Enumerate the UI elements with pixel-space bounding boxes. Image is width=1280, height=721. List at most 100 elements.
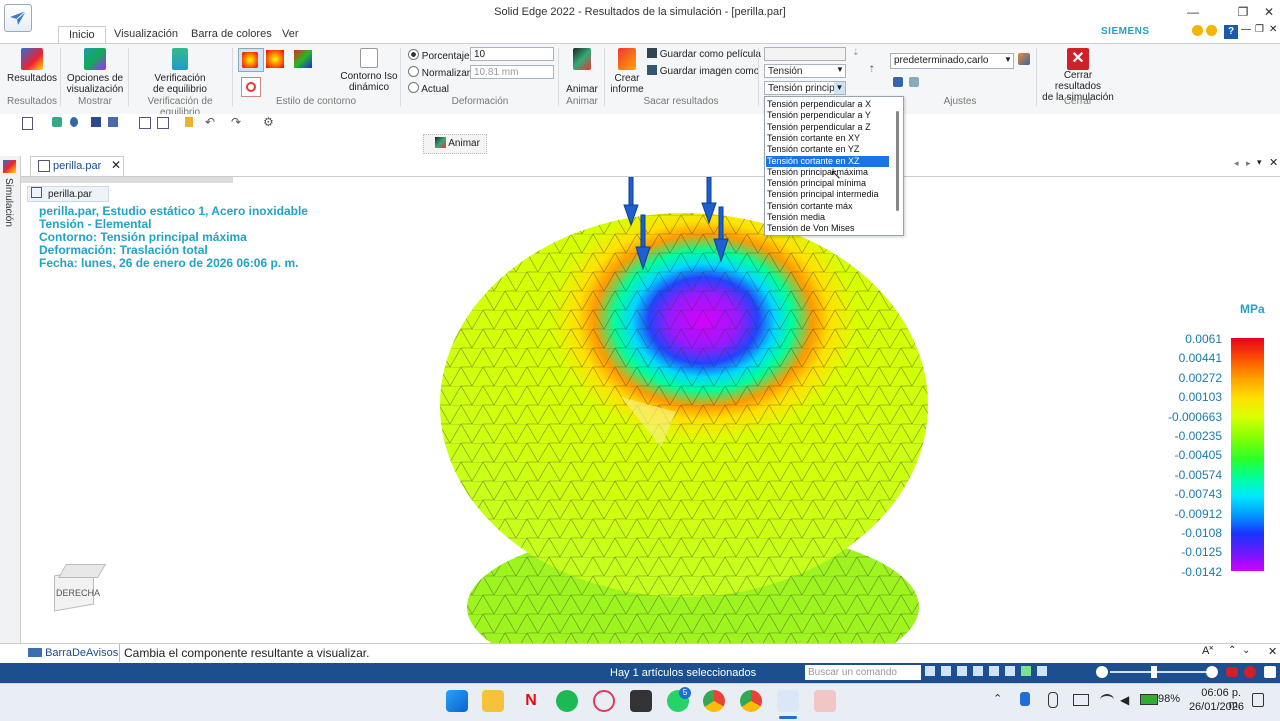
close-document-icon[interactable]: ✕	[1269, 156, 1278, 169]
tree-item[interactable]: perilla.par	[27, 186, 109, 202]
document-tab[interactable]: perilla.par ✕	[30, 156, 124, 177]
dropdown-option[interactable]: Tensión cortante en XZ	[766, 155, 889, 167]
settings-save-icon[interactable]	[893, 77, 903, 87]
snipping-tool-icon[interactable]	[814, 690, 836, 712]
dropdown-option[interactable]: Tensión cortante máx	[766, 201, 889, 212]
maximize-button[interactable]: ❐	[1232, 2, 1254, 22]
view-cube[interactable]: DERECHA	[54, 562, 107, 612]
result-category-select[interactable]: Tensión	[764, 64, 846, 78]
close-notification-icon[interactable]: ✕	[1268, 645, 1277, 658]
deform-actual-option[interactable]: Actual	[408, 82, 449, 95]
zoom-slider-thumb[interactable]	[1151, 666, 1157, 678]
tab-scroll-right-icon[interactable]: ▸	[1246, 158, 1251, 169]
settings-profile-select[interactable]: predeterminado,carlo	[890, 53, 1014, 69]
clock-date[interactable]: 26/01/2026	[1188, 701, 1244, 713]
create-report-button[interactable]: Crear informe	[608, 48, 646, 95]
dropdown-option[interactable]: Tensión principal intermedia	[766, 189, 889, 200]
close-tab-icon[interactable]: ✕	[111, 158, 121, 172]
opera-icon[interactable]	[593, 690, 615, 712]
dropdown-option[interactable]: Tensión media	[766, 212, 889, 223]
dropdown-option[interactable]: Tensión perpendicular a X	[766, 99, 889, 110]
table-icon[interactable]	[139, 117, 151, 129]
dropdown-scrollbar[interactable]	[896, 111, 899, 211]
save-icon[interactable]	[91, 117, 101, 127]
doc-close-button[interactable]: ✕	[1269, 24, 1277, 35]
fullscreen-icon[interactable]	[1264, 666, 1276, 678]
view-tools-strip[interactable]	[925, 666, 1105, 680]
contour-style-banded-button[interactable]	[266, 50, 284, 68]
redo-icon[interactable]: ↷	[231, 115, 241, 129]
microphone-icon[interactable]	[1048, 692, 1058, 708]
save-image-button[interactable]: Guardar imagen como	[647, 65, 759, 77]
pin-icon[interactable]: ⇣	[852, 47, 860, 58]
contour-style-smooth-button[interactable]	[238, 48, 264, 72]
rebuild-icon[interactable]	[70, 117, 78, 127]
collapse-icon[interactable]: ⌃	[1228, 645, 1236, 656]
doc-restore-button[interactable]: ❐	[1255, 24, 1264, 35]
notification-bell-icon[interactable]	[1252, 693, 1264, 707]
tab-inicio[interactable]: Inicio	[58, 26, 106, 43]
chevron-down-icon[interactable]: ▼	[1004, 55, 1012, 64]
dropdown-option[interactable]: Tensión principal mínima	[766, 178, 889, 189]
grid-icon[interactable]	[157, 117, 169, 129]
animate-toolbar-button[interactable]: Animar	[423, 134, 487, 154]
minecraft-icon[interactable]	[630, 690, 652, 712]
customize-icon[interactable]: ⚙	[263, 115, 274, 129]
dropdown-option[interactable]: Tensión principal máxima	[766, 167, 889, 178]
tab-ver[interactable]: Ver	[272, 26, 309, 42]
deform-percent-option[interactable]: Porcentaje	[408, 49, 470, 62]
tab-barra-de-colores[interactable]: Barra de colores	[181, 26, 282, 42]
notification-bar-toggle[interactable]: BarraDeAvisos	[28, 647, 118, 659]
dropdown-option[interactable]: Tensión de Von Mises	[766, 223, 889, 234]
contour-style-mesh-button[interactable]	[294, 50, 312, 68]
settings-manage-icon[interactable]	[1018, 53, 1030, 65]
dropdown-option[interactable]: Tensión cortante en XY	[766, 133, 889, 144]
chevron-down-icon[interactable]: ▼	[836, 65, 844, 74]
dropdown-option[interactable]: Tensión cortante en YZ	[766, 144, 889, 155]
settings-edit-icon[interactable]	[909, 77, 919, 87]
deform-normalize-input[interactable]: 10.81 mm	[470, 65, 554, 79]
close-simulation-button[interactable]: ✕ Cerrar resultados de la simulación	[1040, 48, 1116, 103]
panel-splitter[interactable]	[21, 177, 233, 183]
deform-percent-input[interactable]: 10	[470, 47, 554, 61]
expand-icon[interactable]: ⌄	[1242, 645, 1250, 656]
chrome-profile-icon[interactable]	[740, 690, 762, 712]
simulation-panel-tab[interactable]: Simulación	[0, 178, 20, 238]
keyboard-icon[interactable]	[1073, 694, 1089, 706]
simulation-panel-icon[interactable]	[3, 160, 16, 173]
record-icon[interactable]	[1226, 667, 1238, 677]
zoom-slider[interactable]	[1110, 671, 1206, 673]
undo-icon[interactable]: ↶	[205, 115, 215, 129]
zoom-out-icon[interactable]	[1096, 666, 1108, 678]
battery-icon[interactable]	[1140, 694, 1158, 705]
animate-button[interactable]: Animar	[562, 48, 602, 95]
zoom-in-icon[interactable]	[1206, 666, 1218, 678]
result-set-select[interactable]	[764, 47, 846, 61]
status-emoji-icons[interactable]	[1192, 25, 1224, 39]
stop-icon[interactable]	[1244, 666, 1256, 678]
color-legend-bar[interactable]	[1231, 338, 1264, 571]
dropdown-option[interactable]: Tensión perpendicular a Z	[766, 122, 889, 133]
netflix-icon[interactable]: N	[520, 690, 542, 712]
tab-list-icon[interactable]: ▾	[1257, 157, 1262, 168]
graphics-viewport[interactable]: perilla.par DERECHA	[21, 176, 1280, 643]
chrome-icon[interactable]	[703, 690, 725, 712]
pin-icon[interactable]: ⇡	[868, 64, 876, 75]
chevron-down-icon[interactable]: ▼	[834, 82, 845, 94]
display-options-button[interactable]: Opciones de visualización	[64, 48, 126, 95]
document-icon[interactable]	[185, 117, 193, 127]
minimize-button[interactable]: —	[1182, 2, 1204, 22]
doc-minimize-button[interactable]: —	[1241, 24, 1251, 35]
tab-visualizacion[interactable]: Visualización	[104, 26, 188, 42]
chevron-up-icon[interactable]: ⌃	[993, 692, 1002, 705]
command-search-input[interactable]: Buscar un comando	[805, 665, 921, 680]
bluetooth-icon[interactable]	[1020, 692, 1030, 706]
wifi-icon[interactable]	[1100, 694, 1114, 706]
spotify-icon[interactable]	[556, 690, 578, 712]
contour-style-outline-button[interactable]	[241, 77, 261, 97]
open-icon[interactable]	[52, 117, 62, 127]
tab-scroll-left-icon[interactable]: ◂	[1234, 158, 1239, 169]
dynamic-iso-contour-button[interactable]: Contorno Iso dinámico	[340, 48, 398, 93]
save-all-icon[interactable]	[108, 117, 118, 127]
start-icon[interactable]	[446, 690, 468, 712]
